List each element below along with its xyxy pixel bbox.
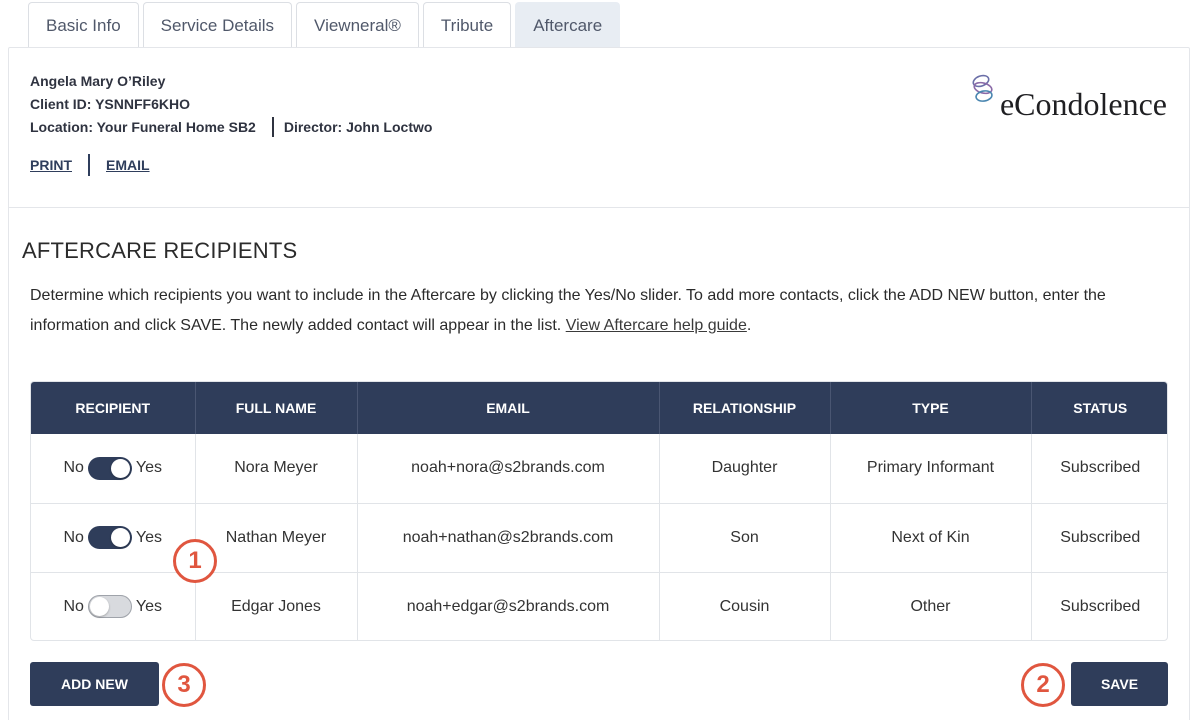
recipient-toggle: No Yes — [63, 456, 163, 480]
divider — [88, 154, 90, 176]
full-name-cell: Nora Meyer — [195, 434, 358, 503]
swirl-logo-icon — [972, 74, 993, 102]
recipient-toggle: No Yes — [63, 526, 162, 549]
yes-no-switch[interactable] — [87, 456, 132, 480]
econdolence-logo: eCondolence — [969, 68, 1167, 120]
recipient-cell: No Yes — [31, 434, 196, 503]
relationship-cell: Son — [659, 502, 831, 572]
table-row: No Yes Edgar Jones noah+edgar@s2brands.c… — [31, 571, 1167, 640]
status-cell: Subscribed — [1031, 502, 1167, 572]
status-cell: Subscribed — [1031, 571, 1167, 640]
logo-text: eCondolence — [999, 86, 1167, 122]
toggle-yes-label: Yes — [135, 528, 163, 546]
toggle-yes-label: Yes — [135, 597, 163, 615]
toggle-no-label: No — [63, 528, 84, 546]
client-id: Client ID: YSNNFF6KHO — [30, 96, 190, 112]
recipient-cell: No Yes — [31, 571, 196, 640]
header-type: TYPE — [830, 382, 1032, 434]
toggle-no-label: No — [63, 459, 84, 477]
header-status: STATUS — [1031, 382, 1167, 434]
header-email: EMAIL — [357, 382, 660, 434]
client-name: Angela Mary O’Riley — [30, 73, 166, 89]
print-link[interactable]: PRINT — [30, 157, 72, 173]
help-guide-link[interactable]: View Aftercare help guide — [566, 317, 747, 334]
header-recipient: RECIPIENT — [31, 382, 196, 434]
table-row: No Yes Nora Meyer noah+nora@s2brands.com… — [31, 434, 1167, 503]
switch-knob — [110, 458, 130, 478]
table-header-row: RECIPIENT FULL NAME EMAIL RELATIONSHIP T… — [31, 382, 1167, 434]
section-description: Determine which recipients you want to i… — [30, 281, 1160, 341]
toggle-no-label: No — [63, 597, 84, 615]
type-cell: Primary Informant — [830, 434, 1032, 503]
toggle-yes-label: Yes — [135, 459, 163, 477]
recipient-cell: No Yes — [31, 502, 196, 572]
email-cell: noah+edgar@s2brands.com — [357, 571, 660, 640]
client-location-row: Location: Your Funeral Home SB2 Director… — [30, 117, 432, 137]
description-suffix: . — [746, 317, 752, 334]
section-title: AFTERCARE RECIPIENTS — [22, 238, 298, 263]
yes-no-switch[interactable] — [87, 595, 132, 619]
email-cell: noah+nora@s2brands.com — [357, 434, 660, 503]
switch-knob — [89, 597, 109, 617]
tab-tribute[interactable]: Tribute — [422, 2, 512, 48]
full-name-cell: Nathan Meyer — [195, 502, 358, 572]
yes-no-switch[interactable] — [87, 526, 132, 549]
tab-bar: Basic Info Service Details Viewneral® Tr… — [28, 2, 624, 48]
client-director: Director: John Loctwo — [283, 119, 433, 135]
status-cell: Subscribed — [1060, 459, 1141, 477]
tab-basic-info[interactable]: Basic Info — [28, 2, 139, 48]
tab-service-details[interactable]: Service Details — [142, 2, 293, 48]
aftercare-page: Basic Info Service Details Viewneral® Tr… — [0, 0, 1200, 720]
email-cell: noah+nathan@s2brands.com — [357, 502, 660, 572]
header-relationship: RELATIONSHIP — [659, 382, 831, 434]
full-name-cell: Edgar Jones — [195, 571, 358, 640]
save-button[interactable]: SAVE — [1071, 662, 1168, 706]
email-link[interactable]: EMAIL — [106, 157, 150, 173]
tab-viewneral[interactable]: Viewneral® — [296, 2, 419, 48]
switch-knob — [110, 528, 130, 547]
client-location: Location: Your Funeral Home SB2 — [30, 119, 256, 135]
add-new-button[interactable]: ADD NEW — [30, 662, 159, 706]
action-links: PRINT EMAIL — [30, 154, 150, 176]
type-cell: Next of Kin — [830, 502, 1032, 572]
relationship-cell: Cousin — [659, 571, 831, 640]
recipient-toggle: No Yes — [63, 595, 163, 619]
tab-aftercare[interactable]: Aftercare — [515, 2, 621, 48]
client-header: Angela Mary O’Riley Client ID: YSNNFF6KH… — [9, 48, 1189, 208]
callout-badge-3: 3 — [162, 663, 206, 707]
callout-badge-1: 1 — [173, 539, 217, 583]
callout-badge-2: 2 — [1021, 663, 1065, 707]
type-cell: Other — [830, 571, 1032, 640]
header-full-name: FULL NAME — [195, 382, 358, 434]
recipients-table: RECIPIENT FULL NAME EMAIL RELATIONSHIP T… — [30, 381, 1168, 641]
divider — [271, 117, 274, 137]
relationship-cell: Daughter — [659, 434, 831, 503]
